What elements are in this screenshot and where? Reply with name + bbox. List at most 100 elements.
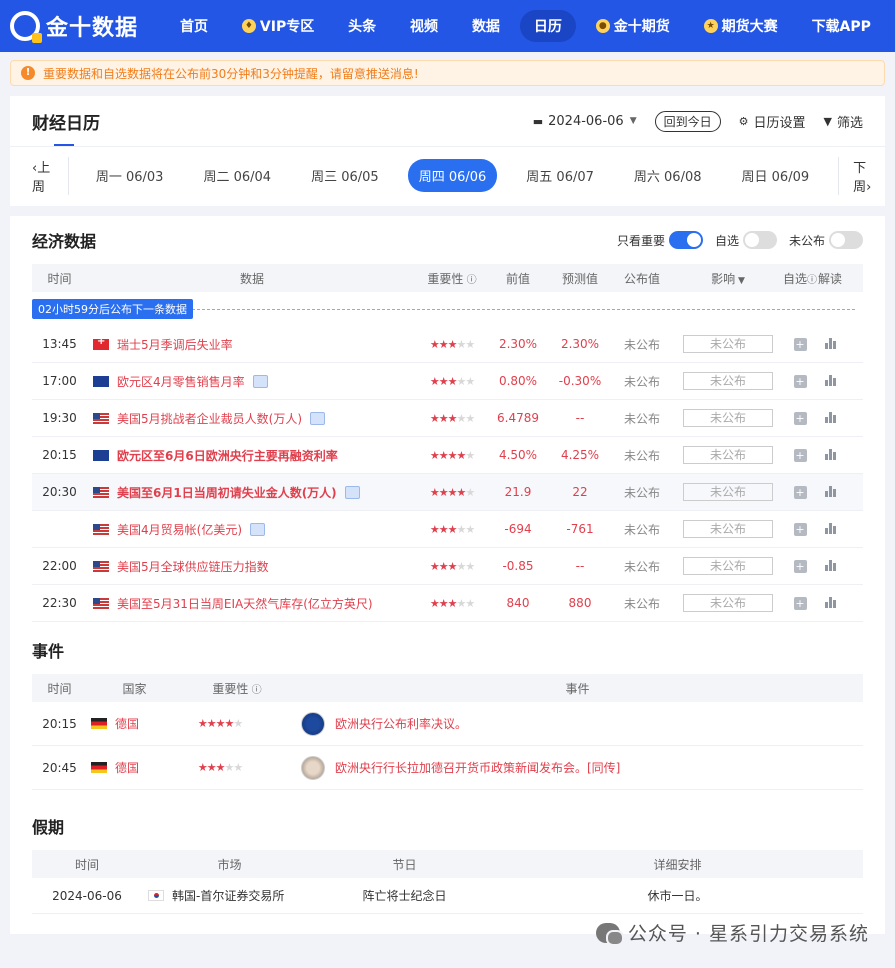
chart-button[interactable] xyxy=(817,374,843,389)
day-tab-sun[interactable]: 周日 06/09 xyxy=(731,159,821,192)
chart-button[interactable] xyxy=(817,337,843,352)
chevron-down-icon: ▼ xyxy=(735,275,745,286)
prev-week-button[interactable]: ‹上周 xyxy=(20,156,69,195)
important-only-toggle[interactable]: 只看重要 xyxy=(617,231,703,249)
effect-badge: 未公布 xyxy=(683,594,773,612)
events-section-title: 事件 xyxy=(32,642,65,661)
indicator-name-cell[interactable]: 美国至5月31日当周EIA天然气库存(亿立方英尺) xyxy=(87,595,417,612)
econ-table-row[interactable]: 20:15 欧元区至6月6日欧洲央行主要再融资利率 ★★★★★ 4.50% 4.25% 未… xyxy=(32,437,863,474)
econ-table-row[interactable]: 13:45 瑞士5月季调后失业率 ★★★★★ 2.30% 2.30% 未公布 未公布 + xyxy=(32,326,863,363)
nav-calendar[interactable]: 日历 xyxy=(519,10,576,42)
published-value: 未公布 xyxy=(623,485,660,500)
toggle-switch xyxy=(829,231,863,249)
nav-vip[interactable]: ♦ VIP专区 xyxy=(228,10,328,42)
event-description[interactable]: 欧洲央行公布利率决议。 xyxy=(335,715,467,732)
day-tab-thu[interactable]: 周四 06/06 xyxy=(407,159,498,192)
effect-cell: 未公布 xyxy=(673,520,783,538)
holiday-row: 2024-06-06 韩国-首尔证券交易所 阵亡将士纪念日 休市一日。 xyxy=(32,878,863,914)
add-favorite-button[interactable]: + xyxy=(783,337,817,351)
econ-table-row[interactable]: 17:00 欧元区4月零售销售月率 ★★★★★ 0.80% -0.30% 未公布 未公布 + xyxy=(32,363,863,400)
add-favorite-button[interactable]: + xyxy=(783,411,817,425)
chart-button[interactable] xyxy=(817,448,843,463)
col-importance: 重要性 ⓘ xyxy=(427,271,477,286)
econ-table-row[interactable]: 22:30 美国至5月31日当周EIA天然气库存(亿立方英尺) ★★★★★ 840 88… xyxy=(32,585,863,622)
econ-table-row[interactable]: 19:30 美国5月挑战者企业裁员人数(万人) ★★★★★ 6.4789 -- 未公布 未公… xyxy=(32,400,863,437)
unpublished-toggle[interactable]: 未公布 xyxy=(789,231,863,249)
indicator-name: 美国5月挑战者企业裁员人数(万人) xyxy=(117,411,302,426)
add-favorite-button[interactable]: + xyxy=(783,522,817,536)
document-icon[interactable] xyxy=(344,485,360,499)
econ-table-row[interactable]: 20:30 美国至6月1日当周初请失业金人数(万人) ★★★★★ 21.9 22 未公布 未… xyxy=(32,474,863,511)
document-icon[interactable] xyxy=(252,374,268,388)
day-tab-sat[interactable]: 周六 06/08 xyxy=(623,159,713,192)
indicator-name-cell[interactable]: 欧元区至6月6日欧洲央行主要再融资利率 xyxy=(87,447,417,464)
importance-stars: ★★★★★ xyxy=(429,485,475,499)
effect-cell: 未公布 xyxy=(673,557,783,575)
chart-button[interactable] xyxy=(817,411,843,426)
day-tab-fri[interactable]: 周五 06/07 xyxy=(515,159,605,192)
effect-badge: 未公布 xyxy=(683,372,773,390)
forecast-value: 880 xyxy=(568,596,592,610)
nav-download-app[interactable]: 下载APP xyxy=(798,10,885,42)
holiday-date: 2024-06-06 xyxy=(52,888,122,903)
add-favorite-button[interactable]: + xyxy=(783,596,817,610)
document-icon[interactable] xyxy=(310,411,325,425)
bar-chart-icon xyxy=(824,522,836,534)
chart-button[interactable] xyxy=(817,596,843,611)
indicator-name-cell[interactable]: 美国至6月1日当周初请失业金人数(万人) xyxy=(87,484,417,501)
nav-contest[interactable]: ★ 期货大赛 xyxy=(690,10,792,42)
chart-button[interactable] xyxy=(817,559,843,574)
add-favorite-button[interactable]: + xyxy=(783,374,817,388)
col-market: 市场 xyxy=(217,857,242,872)
col-effect[interactable]: 影响 ▼ xyxy=(673,270,783,287)
indicator-name-cell[interactable]: 美国4月贸易帐(亿美元) xyxy=(87,521,417,538)
indicator-name-cell[interactable]: 美国5月全球供应链压力指数 xyxy=(87,558,417,575)
nav-video[interactable]: 视频 xyxy=(396,10,452,42)
document-icon[interactable] xyxy=(250,522,265,536)
day-tab-mon[interactable]: 周一 06/03 xyxy=(85,159,175,192)
event-row[interactable]: 20:15 德国 ★★★★★ 欧洲央行公布利率决议。 xyxy=(32,702,863,746)
country-flag-icon xyxy=(93,486,109,498)
nav-futures[interactable]: ● 金十期货 xyxy=(582,10,684,42)
published-value: 未公布 xyxy=(623,337,660,352)
day-tab-tue[interactable]: 周二 06/04 xyxy=(192,159,282,192)
bar-chart-icon xyxy=(824,411,836,423)
chart-button[interactable] xyxy=(817,522,843,537)
info-icon: ⓘ xyxy=(463,274,477,286)
calendar-settings-button[interactable]: ⚙ 日历设置 xyxy=(739,112,806,131)
bar-chart-icon xyxy=(824,596,836,608)
importance-stars: ★★★★★ xyxy=(429,596,475,610)
country-flag-icon xyxy=(93,560,109,572)
next-week-button[interactable]: 下周› xyxy=(838,156,875,195)
day-tab-wed[interactable]: 周三 06/05 xyxy=(300,159,390,192)
nav-headlines[interactable]: 头条 xyxy=(334,10,390,42)
forecast-value: 22 xyxy=(572,485,588,499)
previous-value: -0.85 xyxy=(502,559,534,573)
nav-data[interactable]: 数据 xyxy=(458,10,514,42)
plus-icon: + xyxy=(793,412,807,425)
korea-flag-icon xyxy=(148,890,164,901)
add-favorite-button[interactable]: + xyxy=(783,448,817,462)
econ-table-row[interactable]: 美国4月贸易帐(亿美元) ★★★★★ -694 -761 未公布 未公布 + xyxy=(32,511,863,548)
today-button[interactable]: 回到今日 xyxy=(654,110,721,132)
econ-table-row[interactable]: 22:00 美国5月全球供应链压力指数 ★★★★★ -0.85 -- 未公布 未公布 + xyxy=(32,548,863,585)
indicator-name-cell[interactable]: 瑞士5月季调后失业率 xyxy=(87,336,417,353)
chart-button[interactable] xyxy=(817,485,843,500)
logo[interactable]: 金十数据 xyxy=(10,10,160,43)
nav-home[interactable]: 首页 xyxy=(166,10,222,42)
indicator-name-cell[interactable]: 美国5月挑战者企业裁员人数(万人) xyxy=(87,410,417,427)
warning-icon: ! xyxy=(21,66,35,80)
filter-button[interactable]: ▼ 筛选 xyxy=(824,112,863,131)
effect-cell: 未公布 xyxy=(673,409,783,427)
vip-icon: ♦ xyxy=(241,19,256,33)
col-importance: 重要性 ⓘ xyxy=(212,681,262,696)
indicator-name-cell[interactable]: 欧元区4月零售销售月率 xyxy=(87,373,417,390)
event-avatar xyxy=(301,711,325,736)
event-description[interactable]: 欧洲央行行长拉加德召开货币政策新闻发布会。[同传] xyxy=(335,759,620,776)
add-favorite-button[interactable]: + xyxy=(783,485,817,499)
event-row[interactable]: 20:45 德国 ★★★★★ 欧洲央行行长拉加德召开货币政策新闻发布会。[同传] xyxy=(32,746,863,790)
favorites-toggle[interactable]: 自选 xyxy=(715,231,777,249)
date-picker[interactable]: ▬ 2024-06-06 ▼ xyxy=(533,114,637,129)
add-favorite-button[interactable]: + xyxy=(783,559,817,573)
holidays-table-header: 时间 市场 节日 详细安排 xyxy=(32,850,863,878)
